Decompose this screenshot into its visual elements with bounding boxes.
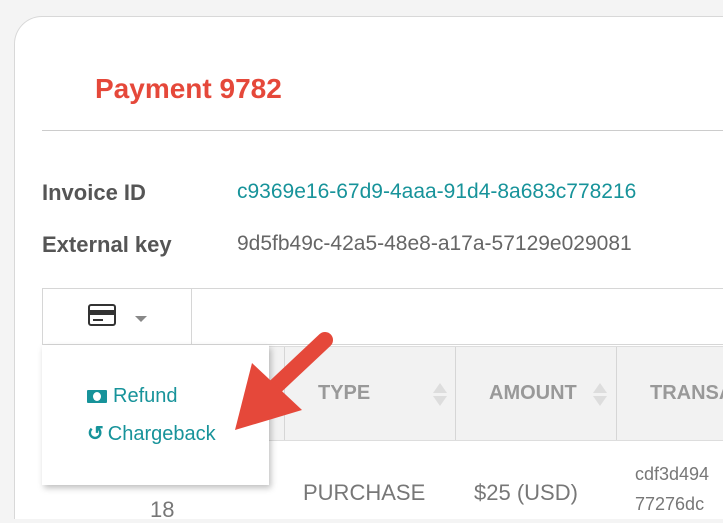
external-key-value: 9d5fb49c-42a5-48e8-a17a-57129e029081 — [237, 232, 632, 255]
row-amount: $25 (USD) — [474, 480, 578, 505]
row-transaction-line2: 77276dc — [635, 494, 705, 514]
divider — [42, 130, 723, 131]
row-type: PURCHASE — [303, 480, 426, 505]
table-toolbar — [42, 288, 723, 345]
menu-item-label: Refund — [113, 385, 178, 407]
undo-icon: ↺ — [87, 423, 104, 445]
row-number: 18 — [150, 497, 175, 522]
invoice-id-label: Invoice ID — [42, 180, 146, 205]
money-bill-icon — [87, 390, 107, 403]
header-label: TRANSA — [650, 382, 723, 404]
caret-down-icon — [135, 316, 147, 322]
actions-dropdown-button[interactable] — [43, 289, 192, 344]
menu-item-chargeback[interactable]: ↺ Chargeback — [87, 421, 216, 446]
external-key-label: External key — [42, 232, 172, 257]
credit-card-icon — [88, 304, 116, 326]
column-header-transaction[interactable]: TRANSA — [616, 347, 723, 440]
column-header-amount[interactable]: AMOUNT — [455, 347, 616, 440]
annotation-arrow — [235, 332, 333, 430]
menu-item-refund[interactable]: Refund — [87, 385, 178, 408]
invoice-id-link[interactable]: c9369e16-67d9-4aaa-91d4-8a683c778216 — [237, 180, 636, 204]
page-title: Payment 9782 — [95, 73, 282, 104]
header-label: AMOUNT — [489, 382, 577, 404]
menu-item-label: Chargeback — [107, 423, 216, 445]
row-transaction-line1: cdf3d494 — [635, 464, 710, 484]
